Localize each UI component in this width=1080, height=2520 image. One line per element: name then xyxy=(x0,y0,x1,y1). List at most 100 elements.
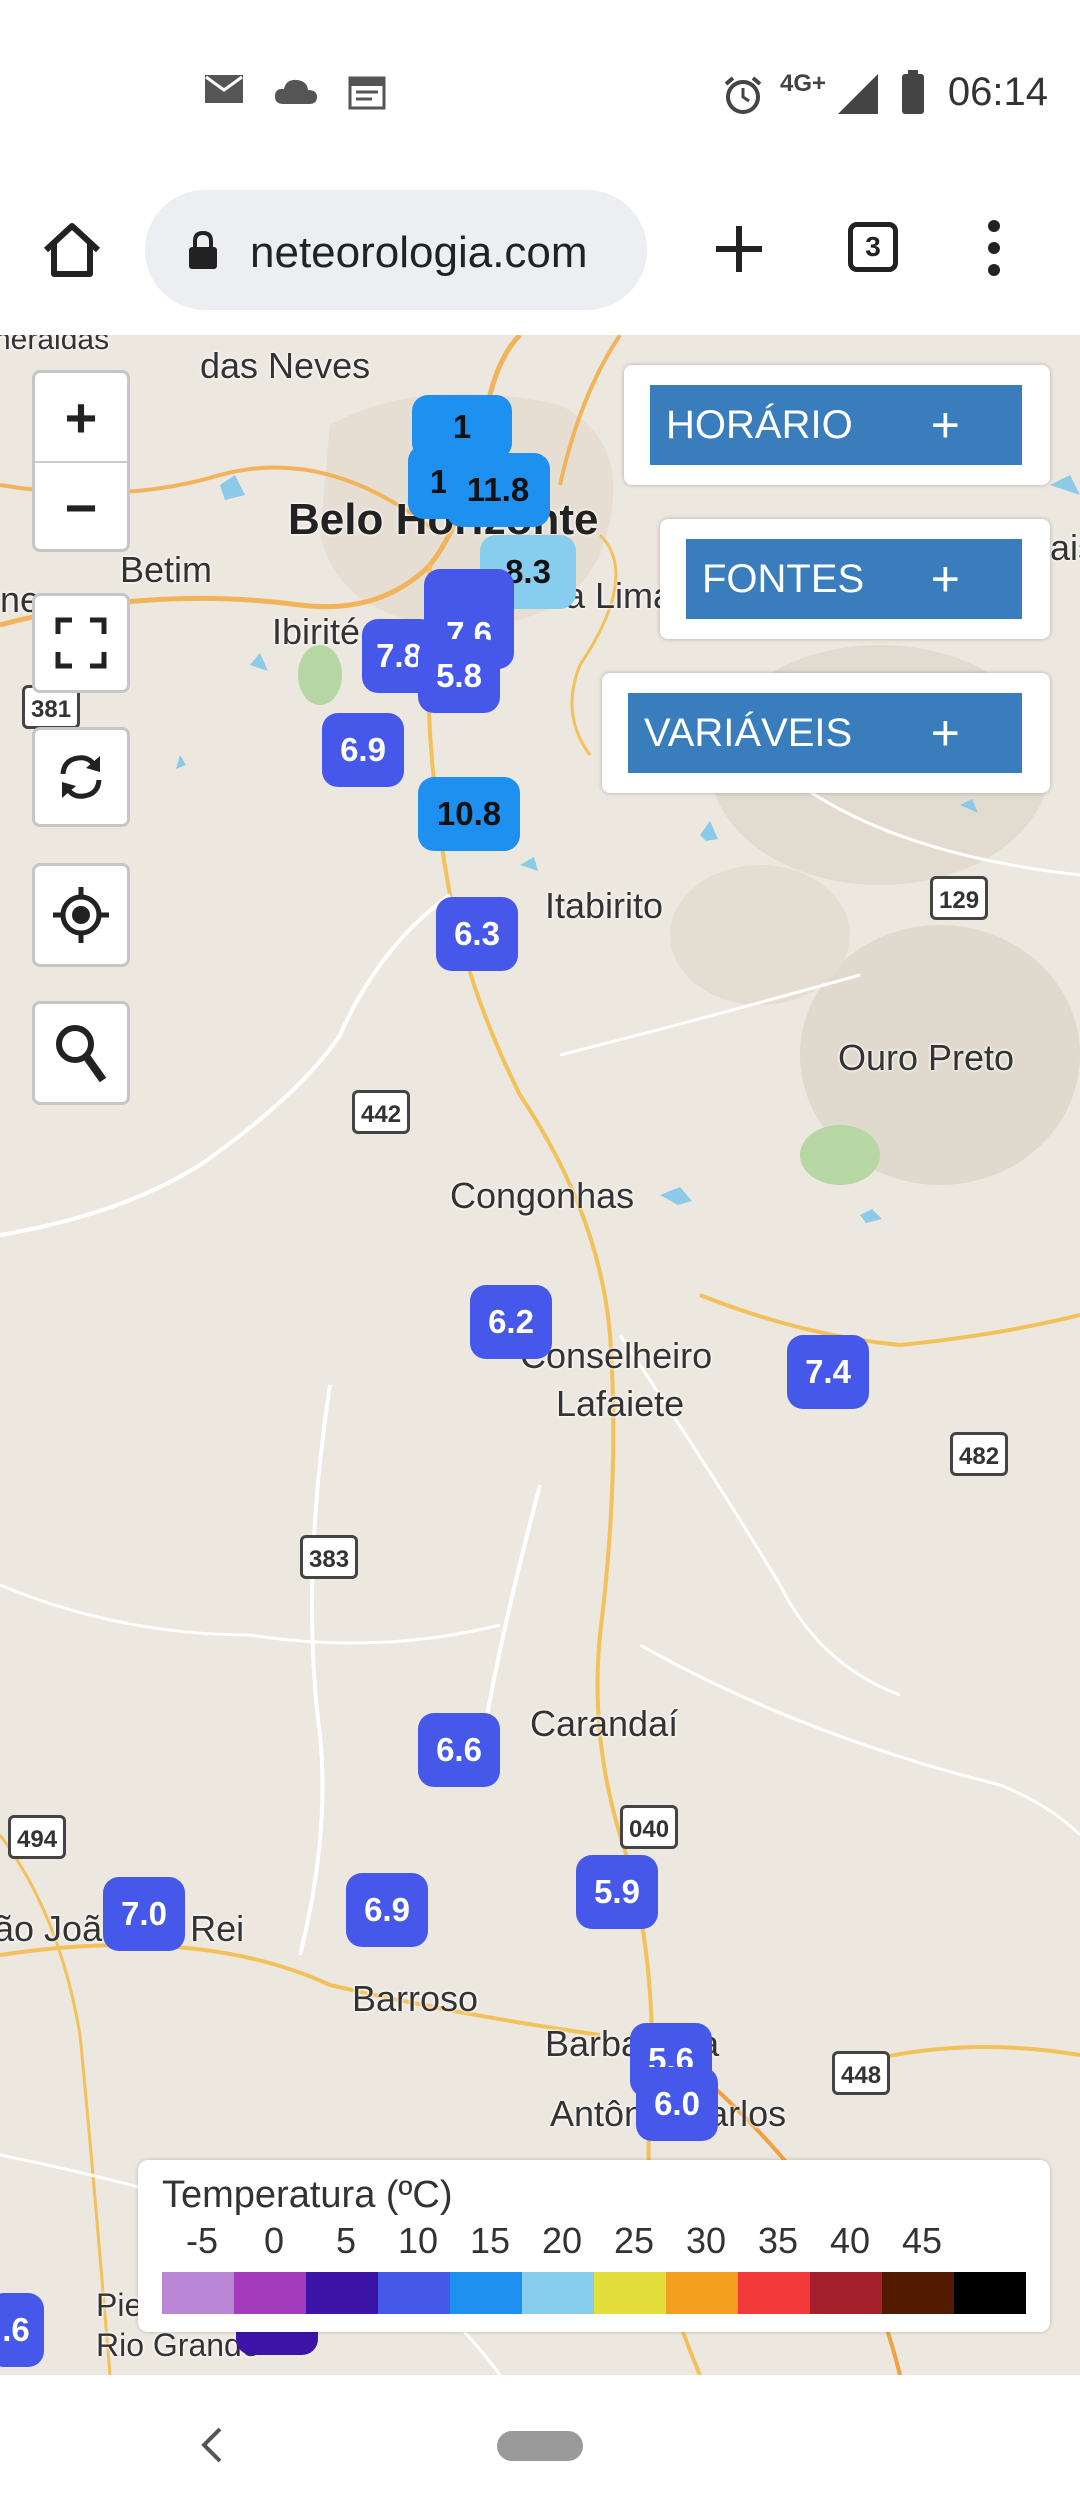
plus-icon: + xyxy=(930,705,960,761)
place-label: Lafaiete xyxy=(556,1383,685,1424)
legend-tick: 15 xyxy=(469,2220,511,2261)
legend-swatch xyxy=(162,2272,234,2314)
calendar-icon xyxy=(348,76,386,110)
temperature-marker[interactable]: 5.8 xyxy=(418,639,500,713)
fontes-label: FONTES xyxy=(702,557,865,601)
place-label: ais xyxy=(1050,527,1080,568)
place-label: Betim xyxy=(120,549,213,590)
legend-swatch xyxy=(450,2272,522,2314)
legend-color-bar xyxy=(162,2272,1026,2314)
road-shield: 482 xyxy=(950,1432,1009,1476)
zoom-out-button[interactable]: − xyxy=(35,461,127,551)
temperature-marker[interactable]: 5.9 xyxy=(576,1855,658,1929)
weather-map[interactable]: neraldas das Neves Belo Horizonte Betim … xyxy=(0,335,1080,2375)
legend-tick: 0 xyxy=(263,2220,285,2261)
place-label: das Neves xyxy=(200,345,371,386)
legend-swatch xyxy=(810,2272,882,2314)
alarm-icon xyxy=(724,76,762,114)
crosshair-icon xyxy=(53,887,109,943)
tab-switcher-button[interactable]: 3 xyxy=(848,222,898,272)
road-shield: 494 xyxy=(8,1815,67,1859)
legend-tick: 35 xyxy=(757,2220,799,2261)
road-shield: 442 xyxy=(352,1090,411,1134)
legend-swatch xyxy=(738,2272,810,2314)
variaveis-label: VARIÁVEIS xyxy=(644,711,853,755)
temperature-marker[interactable]: 6.3 xyxy=(436,897,518,971)
legend-swatch xyxy=(882,2272,954,2314)
temperature-marker[interactable]: 7.0 xyxy=(103,1877,185,1951)
browser-toolbar: neteorologia.com 3 xyxy=(0,190,1080,335)
lock-icon xyxy=(189,230,217,269)
legend-swatch xyxy=(666,2272,738,2314)
temperature-legend: Temperatura (ºC) -5 0 5 10 15 20 25 30 35 40 45 xyxy=(138,2160,1050,2332)
legend-swatch xyxy=(378,2272,450,2314)
legend-tick: -5 xyxy=(185,2220,218,2261)
place-label: Itabirito xyxy=(545,885,664,926)
mail-icon xyxy=(205,75,243,103)
legend-tick: 20 xyxy=(541,2220,583,2261)
temperature-marker[interactable]: 10.8 xyxy=(418,777,520,851)
place-label: a Lima xyxy=(565,575,674,616)
temperature-marker[interactable]: 6.9 xyxy=(322,713,404,787)
place-label: neraldas xyxy=(0,335,110,356)
clock: 06:14 xyxy=(947,70,1048,114)
zoom-control: + − xyxy=(32,370,130,552)
legend-tick: 40 xyxy=(829,2220,871,2261)
legend-tick: 45 xyxy=(901,2220,943,2261)
road-shield: 129 xyxy=(930,876,989,920)
road-shield: 448 xyxy=(832,2051,891,2095)
place-label: Ibirité xyxy=(272,611,361,652)
place-label: Carandaí xyxy=(530,1703,679,1744)
refresh-button[interactable] xyxy=(32,727,130,827)
network-type: 4G+ xyxy=(780,70,827,97)
address-bar[interactable]: neteorologia.com xyxy=(145,190,647,310)
legend-tick: 10 xyxy=(397,2220,439,2261)
refresh-icon xyxy=(60,755,102,799)
fontes-panel: FONTES + xyxy=(660,519,1050,639)
temperature-marker[interactable]: 11.8 xyxy=(446,453,550,527)
locate-button[interactable] xyxy=(32,863,130,967)
temperature-marker[interactable]: 6.9 xyxy=(346,1873,428,1947)
temperature-marker[interactable]: 6.2 xyxy=(470,1285,552,1359)
system-nav-bar xyxy=(0,2375,1080,2520)
cloud-icon xyxy=(274,79,317,104)
legend-tick: 30 xyxy=(685,2220,727,2261)
fullscreen-button[interactable] xyxy=(32,593,130,693)
status-bar: 4G+ 06:14 xyxy=(0,0,1080,190)
road-shield: 040 xyxy=(620,1805,679,1849)
new-tab-icon[interactable] xyxy=(710,220,768,278)
legend-title: Temperatura (ºC) xyxy=(162,2174,453,2216)
legend-tick: 25 xyxy=(613,2220,655,2261)
temperature-marker[interactable]: 6.6 xyxy=(418,1713,500,1787)
zoom-in-button[interactable]: + xyxy=(35,373,127,461)
fullscreen-icon xyxy=(55,617,107,669)
temperature-marker[interactable]: 6.0 xyxy=(636,2067,718,2141)
legend-tick: 5 xyxy=(335,2220,357,2261)
search-icon xyxy=(56,1025,107,1083)
back-icon[interactable] xyxy=(198,2425,224,2465)
overflow-menu-icon[interactable] xyxy=(984,218,1004,278)
search-button[interactable] xyxy=(32,1001,130,1105)
home-gesture-pill[interactable] xyxy=(497,2431,583,2461)
variaveis-button[interactable]: VARIÁVEIS + xyxy=(628,693,1022,773)
plus-icon: + xyxy=(930,551,960,607)
home-icon[interactable] xyxy=(40,220,104,280)
place-label: Barroso xyxy=(352,1978,479,2019)
place-label: Pie xyxy=(96,2287,143,2323)
signal-icon xyxy=(838,74,878,114)
legend-swatch xyxy=(522,2272,594,2314)
legend-swatch xyxy=(234,2272,306,2314)
horario-button[interactable]: HORÁRIO + xyxy=(650,385,1022,465)
place-label: Congonhas xyxy=(450,1175,635,1216)
battery-icon xyxy=(902,70,924,114)
fontes-button[interactable]: FONTES + xyxy=(686,539,1022,619)
legend-swatch xyxy=(594,2272,666,2314)
url-text: neteorologia.com xyxy=(250,228,588,277)
legend-swatch xyxy=(306,2272,378,2314)
horario-panel: HORÁRIO + xyxy=(624,365,1050,485)
horario-label: HORÁRIO xyxy=(666,403,853,447)
road-shield: 383 xyxy=(300,1535,359,1579)
temperature-marker[interactable]: 7.4 xyxy=(787,1335,869,1409)
variaveis-panel: VARIÁVEIS + xyxy=(602,673,1050,793)
temperature-marker[interactable]: .6 xyxy=(0,2293,44,2367)
